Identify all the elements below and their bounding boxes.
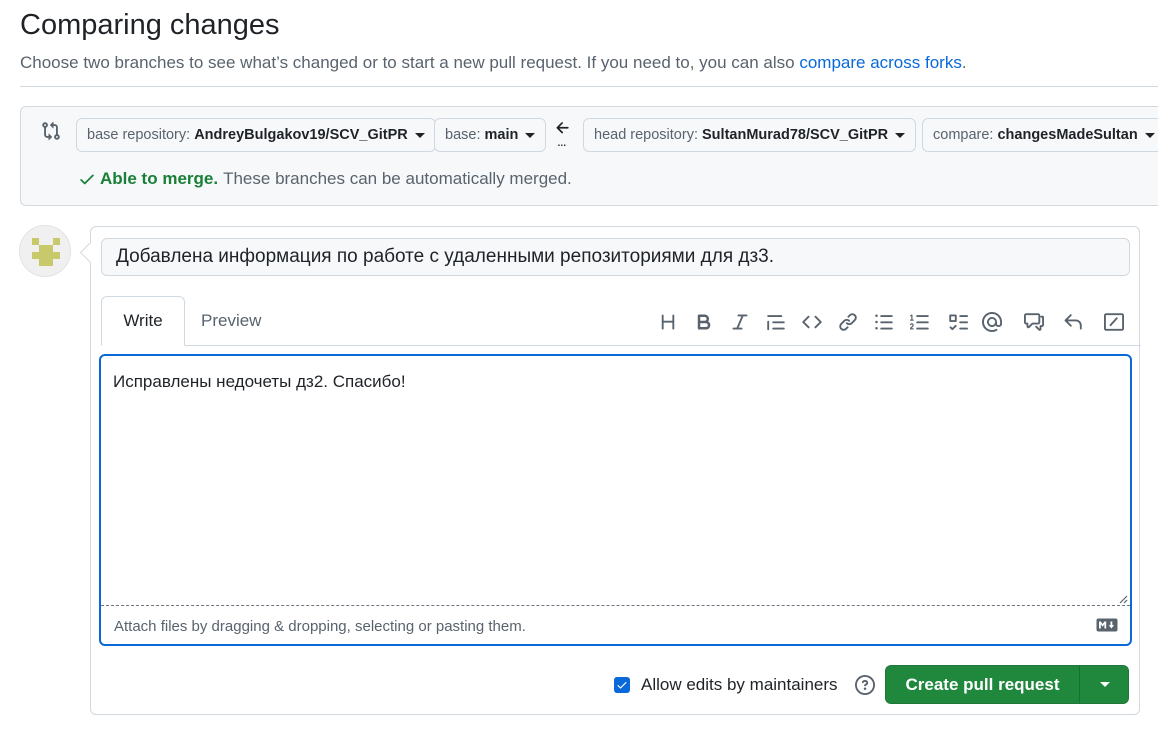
allow-edits-checkbox[interactable] [614, 677, 630, 693]
attach-divider [101, 605, 1130, 606]
check-icon [80, 174, 94, 185]
code-icon[interactable] [801, 311, 823, 333]
cross-reference-icon[interactable] [1023, 311, 1045, 333]
bold-icon[interactable] [693, 311, 715, 333]
merge-status: Able to merge. These branches can be aut… [78, 169, 572, 189]
slash-command-icon[interactable] [1103, 311, 1125, 333]
avatar[interactable] [19, 225, 71, 277]
head-repository-value: SultanMurad78/SCV_GitPR [702, 127, 889, 143]
caret-down-icon [895, 132, 906, 138]
tab-write[interactable]: Write [101, 296, 185, 346]
identicon-icon [32, 238, 60, 266]
caret-down-icon[interactable] [1080, 666, 1129, 703]
page-subtitle: Choose two branches to see what’s change… [20, 53, 967, 73]
create-pull-request-button[interactable]: Create pull request [885, 665, 1129, 704]
pr-body-text: Исправлены недочеты дз2. Спасибо! [113, 372, 406, 391]
pr-body-textarea[interactable]: Исправлены недочеты дз2. Спасибо! Attach… [99, 354, 1132, 646]
caret-down-icon [1144, 132, 1155, 138]
italic-icon[interactable] [729, 311, 751, 333]
range-editor: base repository: AndreyBulgakov19/SCV_Gi… [20, 106, 1158, 206]
head-repository-label: head repository: [594, 127, 698, 143]
caret-down-icon [525, 132, 536, 138]
subtitle-end: . [961, 53, 967, 72]
mention-icon[interactable] [981, 311, 1003, 333]
markdown-icon[interactable] [1096, 618, 1118, 632]
git-compare-icon [42, 121, 60, 141]
title-divider [20, 86, 1158, 87]
base-repository-value: AndreyBulgakov19/SCV_GitPR [194, 127, 408, 143]
quote-icon[interactable] [765, 311, 787, 333]
merge-status-ok: Able to merge. [100, 169, 219, 188]
compare-branch-label: compare: [933, 127, 994, 143]
merge-status-text: These branches can be automatically merg… [223, 169, 572, 188]
subtitle-text: Choose two branches to see what’s change… [20, 53, 800, 72]
unordered-list-icon[interactable] [873, 311, 895, 333]
task-list-icon[interactable] [947, 311, 969, 333]
question-icon[interactable] [855, 675, 875, 695]
head-repository-select[interactable]: head repository: SultanMurad78/SCV_GitPR [583, 118, 917, 152]
resize-grip-icon[interactable] [1116, 592, 1128, 604]
compare-branch-value: changesMadeSultan [997, 127, 1138, 143]
base-branch-select[interactable]: base: main [434, 118, 547, 152]
reply-icon[interactable] [1062, 311, 1084, 333]
heading-icon[interactable] [657, 311, 679, 333]
tab-preview[interactable]: Preview [201, 296, 261, 346]
checkmark-icon [617, 682, 627, 689]
ordered-list-icon[interactable] [909, 311, 931, 333]
pr-title-input[interactable]: Добавлена информация по работе с удаленн… [101, 238, 1130, 276]
range-dots: ... [557, 133, 567, 149]
base-repository-select[interactable]: base repository: AndreyBulgakov19/SCV_Gi… [76, 118, 436, 152]
page-title: Comparing changes [20, 9, 280, 41]
allow-edits-label[interactable]: Allow edits by maintainers [641, 675, 838, 695]
base-repository-label: base repository: [87, 127, 191, 143]
pull-request-form: Добавлена информация по работе с удаленн… [90, 226, 1141, 715]
attach-files-hint[interactable]: Attach files by dragging & dropping, sel… [114, 618, 526, 635]
caret-down-icon [414, 132, 425, 138]
create-pull-request-label: Create pull request [905, 674, 1060, 694]
link-icon[interactable] [837, 311, 859, 333]
compare-branch-select[interactable]: compare: changesMadeSultan [922, 118, 1158, 152]
base-branch-value: main [484, 127, 519, 143]
compare-across-forks-link[interactable]: compare across forks [799, 53, 962, 72]
base-branch-label: base: [445, 127, 481, 143]
